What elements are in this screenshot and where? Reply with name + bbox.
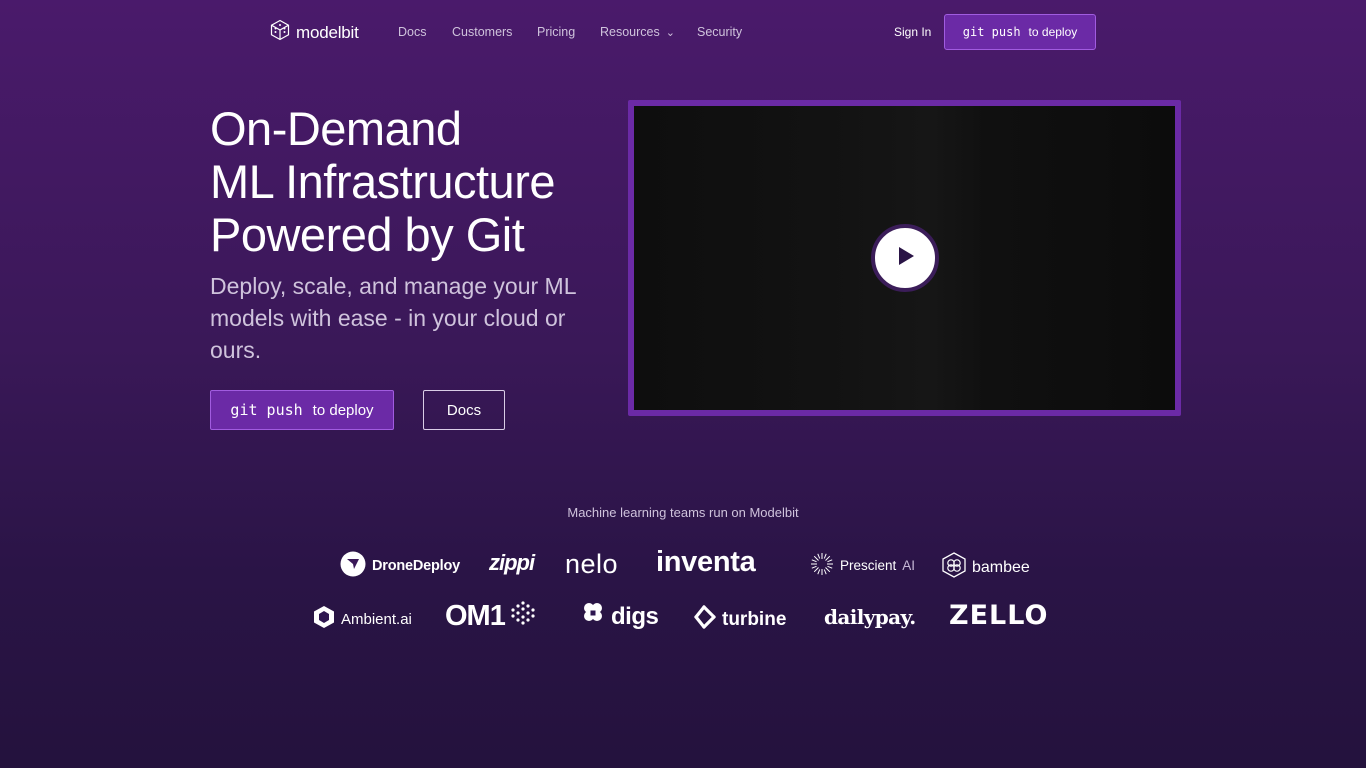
bambee-hexagon-icon: [942, 552, 966, 583]
play-icon: [894, 245, 916, 272]
brand-name: zippi: [489, 550, 535, 575]
brand-name: OM1: [445, 600, 506, 632]
modelbit-logo-icon: [269, 19, 291, 46]
ambient-hexagon-icon: [313, 605, 335, 633]
hero-docs-button[interactable]: Docs: [423, 390, 505, 430]
nav-link-customers[interactable]: Customers: [452, 25, 512, 39]
customer-logo-bambee: bambee: [942, 552, 1030, 583]
brand-name: bambee: [972, 558, 1030, 576]
digs-icon: [581, 601, 605, 632]
customer-logo-dronedeploy: DroneDeploy: [340, 551, 460, 581]
top-nav: modelbit Docs Customers Pricing Resource…: [0, 0, 1366, 64]
prescient-burst-icon: [810, 552, 834, 579]
brand-name: ZELLO: [949, 600, 1049, 631]
hero-title: On-Demand ML Infrastructure Powered by G…: [210, 102, 630, 261]
customer-logo-zippi: zippi: [489, 550, 535, 576]
nav-deploy-text: to deploy: [1028, 25, 1078, 39]
hero-title-line: Powered by Git: [210, 208, 525, 261]
hero-deploy-button[interactable]: git push to deploy: [210, 390, 394, 430]
nav-deploy-button[interactable]: git push to deploy: [944, 14, 1096, 50]
play-button[interactable]: [871, 224, 939, 292]
customer-logo-turbine: turbine: [692, 605, 786, 635]
brand-name: dailypay.: [824, 605, 916, 629]
sign-in-link[interactable]: Sign In: [894, 25, 931, 39]
om1-dots-icon: [511, 600, 535, 633]
modelbit-logo[interactable]: modelbit: [269, 19, 359, 46]
hero-deploy-text: to deploy: [312, 401, 374, 419]
hero-title-line: On-Demand: [210, 102, 462, 155]
turbine-icon: [692, 605, 716, 635]
customer-logo-nelo: nelo: [565, 549, 618, 580]
brand-name: digs: [611, 602, 659, 630]
customer-logo-om1: OM1: [445, 600, 535, 633]
brand-name: Prescient: [840, 558, 897, 573]
customer-logo-prescient-ai: Prescient AI: [810, 552, 915, 579]
brand-name: Ambient.ai: [341, 610, 412, 628]
dronedeploy-icon: [340, 551, 366, 581]
hero-subtitle: Deploy, scale, and manage your ML models…: [210, 273, 576, 363]
nav-link-resources[interactable]: Resources ⌄: [600, 25, 675, 39]
customers-tagline: Machine learning teams run on Modelbit: [567, 505, 799, 520]
chevron-down-icon: ⌄: [665, 27, 675, 39]
customer-logo-ambient-ai: Ambient.ai: [313, 605, 412, 633]
brand-name: DroneDeploy: [372, 558, 461, 574]
nav-deploy-code: git push: [962, 25, 1021, 39]
video-player-frame: [628, 100, 1181, 416]
brand-name: nelo: [565, 549, 619, 579]
customer-logo-zello: ZELLO: [949, 600, 1048, 631]
brand-name-suffix: AI: [902, 558, 916, 573]
customer-logo-inventa: inventa: [656, 546, 756, 579]
nav-link-resources-label: Resources: [600, 25, 660, 39]
customer-logo-digs: digs: [581, 601, 659, 632]
nav-link-security[interactable]: Security: [697, 25, 742, 39]
hero-title-line: ML Infrastructure: [210, 155, 556, 208]
brand-name: inventa: [656, 546, 756, 578]
video-player[interactable]: [634, 106, 1175, 410]
hero-deploy-code: git push: [230, 401, 303, 419]
nav-link-pricing[interactable]: Pricing: [537, 25, 575, 39]
nav-link-docs[interactable]: Docs: [398, 25, 426, 39]
brand-name: turbine: [722, 609, 787, 630]
customer-logo-dailypay: dailypay.: [824, 605, 916, 629]
logo-text: modelbit: [296, 22, 359, 42]
